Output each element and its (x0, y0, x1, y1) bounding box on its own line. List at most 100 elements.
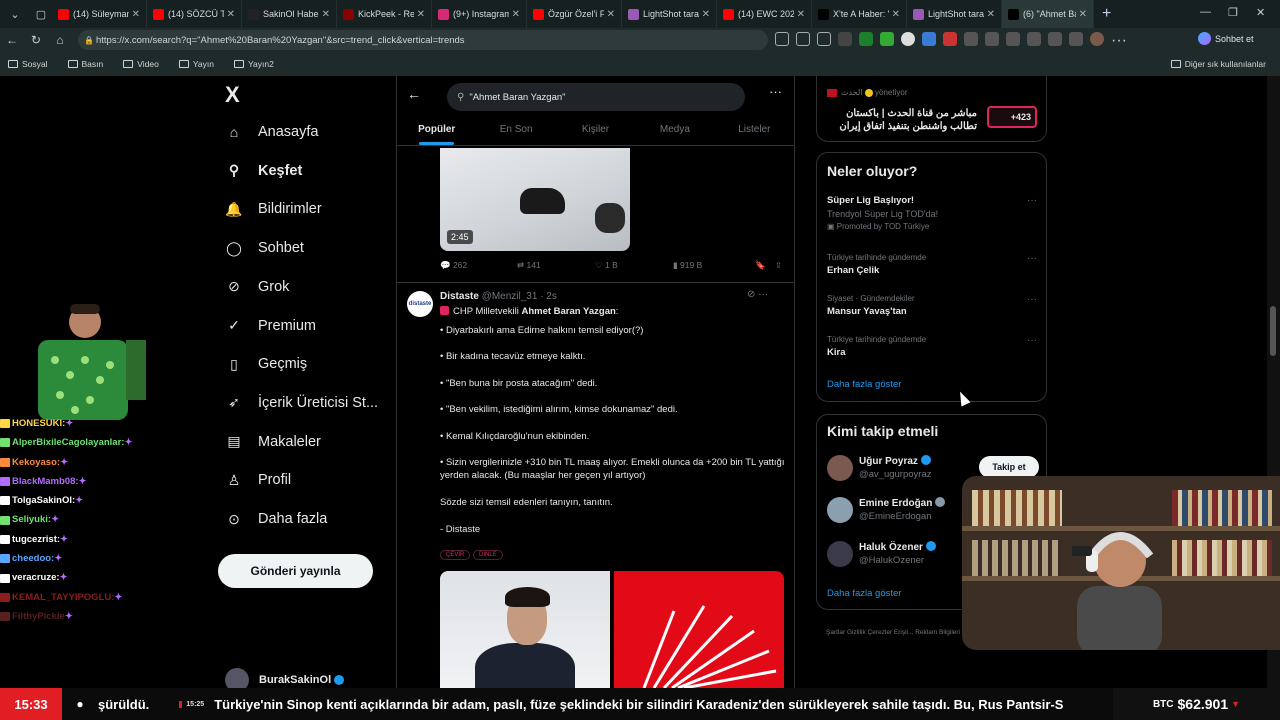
new-tab-button[interactable]: + (1102, 5, 1111, 23)
like-button[interactable]: ♡ 1 B (595, 260, 673, 271)
bookmark-icon[interactable]: 🔖 (755, 260, 775, 271)
tab-close-icon[interactable]: ✕ (132, 9, 140, 20)
bookmark-folder[interactable]: Yayın (178, 59, 214, 69)
settings-more-icon[interactable]: ··· (1111, 32, 1127, 49)
url-field[interactable]: 🔒 https://x.com/search?q="Ahmet%20Baran%2… (78, 30, 768, 50)
search-tab[interactable]: En Son (476, 116, 555, 145)
reader-icon[interactable] (796, 32, 810, 46)
browser-essentials-icon[interactable] (1048, 32, 1062, 46)
nav-item-premium[interactable]: ✓ Premium (225, 317, 316, 335)
other-bookmarks[interactable]: Diğer sık kullanılanlar (1170, 59, 1266, 69)
tab-close-icon[interactable]: ✕ (892, 9, 900, 20)
bookmark-folder[interactable]: Basın (67, 59, 103, 69)
tab-close-icon[interactable]: ✕ (607, 9, 615, 20)
browser-tab[interactable]: (6) "Ahmet Baran✕ (1002, 0, 1094, 28)
extension-icon[interactable] (859, 32, 873, 46)
x-logo[interactable]: X (225, 82, 240, 108)
restore-button[interactable]: ❐ (1228, 6, 1238, 19)
extension-icon[interactable] (943, 32, 957, 46)
search-tab[interactable]: Listeler (715, 116, 794, 145)
tab-close-icon[interactable]: ✕ (1079, 9, 1087, 20)
follow-show-more-link[interactable]: Daha fazla göster (827, 588, 901, 599)
extension-icon[interactable] (922, 32, 936, 46)
copilot-chat-button[interactable]: Sohbet et (1198, 32, 1254, 45)
reply-button[interactable]: 💬 262 (440, 260, 517, 271)
translate-tag[interactable]: ÇEVİR (440, 550, 471, 560)
nav-item-home[interactable]: ⌂ Anasayfa (225, 123, 319, 141)
trend-more-icon[interactable]: ··· (1027, 335, 1037, 346)
back-button[interactable]: ← (0, 33, 24, 47)
nav-item-person[interactable]: ♙ Profil (225, 471, 291, 489)
browser-tab[interactable]: (14) SÖZCÜ TV C✕ (147, 0, 242, 28)
extension-icon[interactable] (838, 32, 852, 46)
star-icon[interactable] (817, 32, 831, 46)
reload-button[interactable]: ↻ (24, 33, 48, 47)
tab-close-icon[interactable]: ✕ (702, 9, 710, 20)
browser-tab[interactable]: (9+) Instagram ✕ (432, 0, 527, 28)
puzzle-icon[interactable] (985, 32, 999, 46)
browser-tab[interactable]: LightShot tarafın✕ (622, 0, 717, 28)
views-button[interactable]: ▮ 919 B (673, 260, 755, 271)
search-tab[interactable]: Medya (635, 116, 714, 145)
extension-icon[interactable] (775, 32, 789, 46)
favorites-icon[interactable] (1006, 32, 1020, 46)
video-thumbnail[interactable]: 2:45 (440, 148, 630, 251)
tweet-avatar[interactable]: distaste (407, 291, 433, 317)
browser-tab[interactable]: SakinOl Haber M✕ (242, 0, 337, 28)
browser-tab[interactable]: X'te A Haber: "Al✕ (812, 0, 907, 28)
nav-item-bell[interactable]: 🔔 Bildirimler (225, 200, 321, 218)
search-tab[interactable]: Kişiler (556, 116, 635, 145)
browser-tab[interactable]: (14) Süleymancıla✕ (52, 0, 147, 28)
extension-icon[interactable] (880, 32, 894, 46)
tab-close-icon[interactable]: ✕ (417, 9, 425, 20)
close-window-button[interactable]: ✕ (1256, 6, 1265, 19)
follow-button[interactable]: Takip et (979, 456, 1039, 478)
trend-item[interactable]: Süper Lig Başlıyor! Trendyol Süper Lig T… (827, 195, 1037, 231)
more-options-icon[interactable]: ··· (769, 84, 782, 99)
profile-avatar[interactable] (1090, 32, 1104, 46)
tweet-photo-chp-logo[interactable] (614, 571, 784, 688)
trend-more-icon[interactable]: ··· (1027, 294, 1037, 305)
tab-menu-button[interactable]: ⌄ (4, 3, 26, 25)
nav-item-more-circle[interactable]: ⊙ Daha fazla (225, 510, 327, 528)
bookmark-folder[interactable]: Yayın2 (233, 59, 274, 69)
nav-item-chat[interactable]: ◯ Sohbet (225, 239, 304, 257)
nav-item-bookmark[interactable]: ▯ Geçmiş (225, 355, 307, 373)
trends-show-more-link[interactable]: Daha fazla göster (827, 379, 901, 390)
listen-tag[interactable]: DİNLE (473, 550, 503, 560)
nav-item-rocket[interactable]: ➶ İçerik Üreticisi St... (225, 394, 378, 412)
tweet-photo-person[interactable] (440, 571, 610, 688)
back-arrow-icon[interactable]: ← (407, 86, 421, 102)
ad-card[interactable]: الحدث yönetiyor مباشر من قناة الحدث | با… (816, 76, 1047, 142)
tab-close-icon[interactable]: ✕ (322, 9, 330, 20)
browser-tab[interactable]: LightShot tarafın✕ (907, 0, 1002, 28)
share-icon[interactable]: ⇪ (775, 260, 782, 271)
browser-tab[interactable]: Özgür Özel'i Fetö✕ (527, 0, 622, 28)
browser-tab[interactable]: KickPeek - Real-t✕ (337, 0, 432, 28)
search-tab[interactable]: Popüler (397, 116, 476, 145)
tab-actions-icon[interactable]: ▢ (30, 3, 52, 25)
nav-item-grok[interactable]: ⊘ Grok (225, 278, 289, 296)
tab-close-icon[interactable]: ✕ (227, 9, 235, 20)
downloads-icon[interactable] (1069, 32, 1083, 46)
trend-item[interactable]: Siyaset · Gündemdekiler Mansur Yavaş'tan… (827, 294, 1037, 317)
account-switcher[interactable]: BurakSakinOl (225, 668, 345, 688)
scrollbar-thumb[interactable] (1270, 306, 1276, 356)
home-button[interactable]: ⌂ (48, 33, 72, 47)
bookmark-folder[interactable]: Video (123, 59, 159, 69)
post-button[interactable]: Gönderi yayınla (218, 554, 373, 588)
minimize-button[interactable]: — (1200, 6, 1211, 18)
search-input[interactable]: ⚲ "Ahmet Baran Yazgan" (447, 83, 745, 111)
tweet-more-icon[interactable]: ⊘ ··· (747, 289, 768, 300)
trend-item[interactable]: Türkiye tarihinde gündemde Erhan Çelik ·… (827, 253, 1037, 276)
browser-tab[interactable]: (14) EWC 2026 -✕ (717, 0, 812, 28)
trend-item[interactable]: Türkiye tarihinde gündemde Kira ··· (827, 335, 1037, 358)
tab-close-icon[interactable]: ✕ (797, 9, 805, 20)
tab-close-icon[interactable]: ✕ (987, 9, 995, 20)
nav-item-search[interactable]: ⚲ Keşfet (225, 162, 302, 180)
nav-item-article[interactable]: ▤ Makaleler (225, 433, 320, 451)
repost-button[interactable]: ⇄ 141 (517, 260, 595, 271)
extension-icon[interactable] (901, 32, 915, 46)
collections-icon[interactable] (1027, 32, 1041, 46)
tweet-author[interactable]: Distaste (440, 291, 479, 302)
